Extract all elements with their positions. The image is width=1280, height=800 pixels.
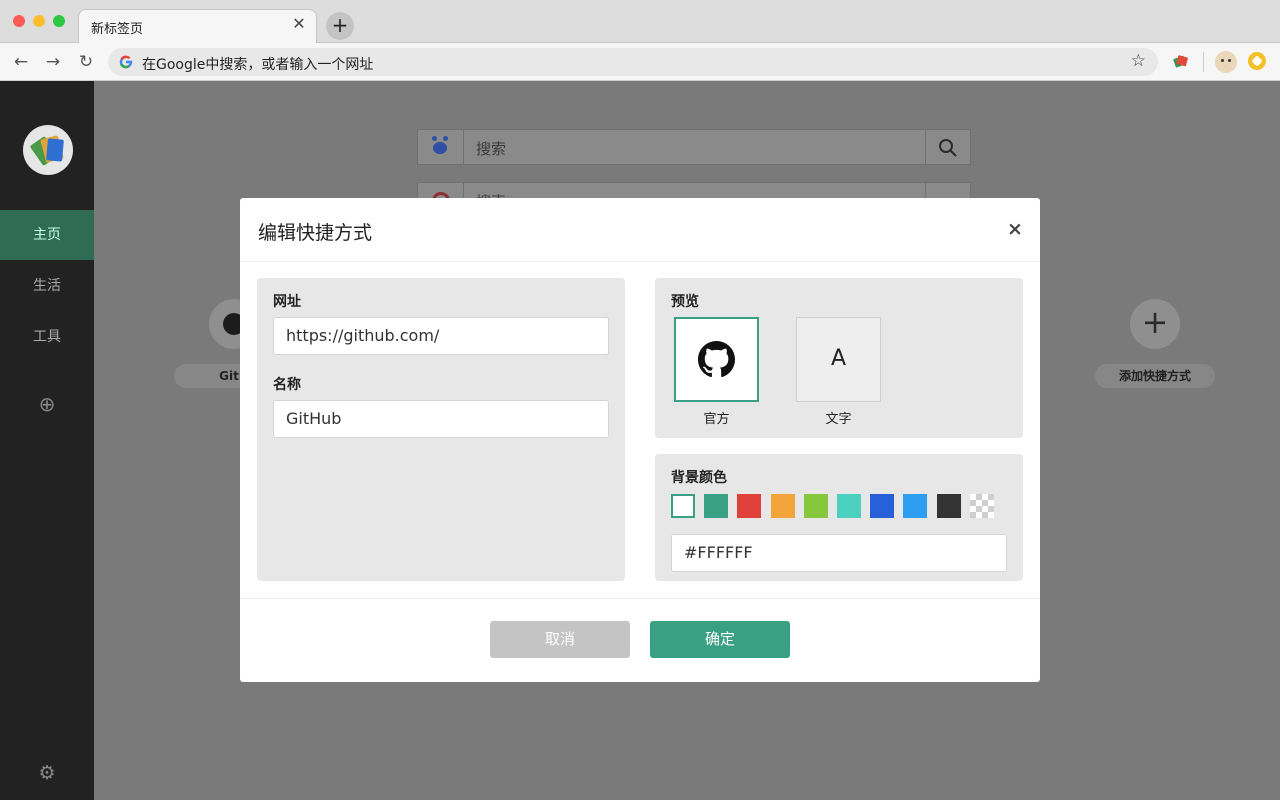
name-label: 名称	[273, 377, 301, 393]
bookmark-star-icon[interactable]: ☆	[1131, 51, 1146, 71]
close-window-button[interactable]	[13, 15, 25, 27]
url-field[interactable]: https://github.com/	[273, 317, 609, 355]
add-category-icon[interactable]: ⊕	[36, 393, 58, 415]
dialog-footer-divider	[240, 598, 1040, 599]
color-swatch[interactable]	[804, 494, 828, 518]
color-swatch[interactable]	[870, 494, 894, 518]
tab-close-icon[interactable]: ✕	[290, 15, 308, 33]
baidu-paw-icon[interactable]	[418, 130, 464, 164]
preview-official-option[interactable]	[674, 317, 759, 402]
browser-toolbar: ← → ↻ 在Google中搜索，或者输入一个网址 ☆	[0, 43, 1280, 81]
app-logo	[23, 125, 73, 175]
sidebar-item-home[interactable]: 主页	[0, 210, 94, 260]
color-swatch[interactable]	[671, 494, 695, 518]
edit-shortcut-dialog: 编辑快捷方式 × 网址 https://github.com/ 名称 GitHu…	[240, 198, 1040, 682]
color-swatch[interactable]	[737, 494, 761, 518]
preview-official-caption: 官方	[703, 412, 730, 427]
search-button[interactable]	[925, 130, 970, 164]
new-tab-button[interactable]: +	[326, 12, 354, 40]
app-sidebar: 主页 生活 工具 ⊕ ⚙	[0, 81, 94, 800]
reload-icon[interactable]: ↻	[74, 50, 98, 74]
url-label: 网址	[273, 294, 301, 310]
extension-icon[interactable]	[1172, 52, 1190, 70]
profile-avatar[interactable]	[1215, 51, 1237, 73]
address-bar-placeholder: 在Google中搜索，或者输入一个网址	[142, 57, 374, 73]
browser-tab-strip: 新标签页 ✕ +	[0, 0, 1280, 43]
color-swatch[interactable]	[937, 494, 961, 518]
preview-text-letter: A	[830, 346, 847, 371]
forward-arrow-icon[interactable]: →	[41, 50, 65, 74]
address-bar[interactable]: 在Google中搜索，或者输入一个网址 ☆	[108, 48, 1158, 76]
color-swatch[interactable]	[903, 494, 927, 518]
color-swatch[interactable]	[837, 494, 861, 518]
preview-panel: 预览 官方 A 文字	[655, 278, 1023, 438]
tab-title: 新标签页	[91, 22, 144, 37]
search-input-placeholder[interactable]: 搜索	[476, 138, 506, 159]
back-arrow-icon[interactable]: ←	[9, 50, 33, 74]
bg-color-label: 背景颜色	[671, 470, 727, 486]
color-hex-field[interactable]: #FFFFFF	[671, 534, 1007, 572]
color-swatch[interactable]	[704, 494, 728, 518]
google-g-icon	[119, 55, 133, 69]
dialog-header-divider	[240, 261, 1040, 262]
sidebar-item-life[interactable]: 生活	[0, 261, 94, 311]
preview-text-option[interactable]: A	[796, 317, 881, 402]
cancel-button[interactable]: 取消	[490, 621, 630, 658]
zoom-window-button[interactable]	[53, 15, 65, 27]
add-shortcut-tile[interactable]: +	[1130, 299, 1180, 349]
color-swatch[interactable]	[970, 494, 994, 518]
name-field[interactable]: GitHub	[273, 400, 609, 438]
settings-gear-icon[interactable]: ⚙	[36, 762, 58, 784]
search-bar-baidu: 搜索	[417, 129, 971, 165]
dialog-title: 编辑快捷方式	[258, 222, 373, 244]
update-icon[interactable]	[1248, 52, 1266, 70]
github-icon	[698, 341, 735, 378]
close-icon[interactable]: ×	[1004, 218, 1026, 240]
preview-text-caption: 文字	[825, 412, 852, 427]
sidebar-item-tools[interactable]: 工具	[0, 312, 94, 362]
color-swatch[interactable]	[771, 494, 795, 518]
plus-icon: +	[1141, 303, 1169, 341]
preview-label: 预览	[671, 294, 699, 310]
browser-tab[interactable]: 新标签页 ✕	[78, 9, 317, 43]
confirm-button[interactable]: 确定	[650, 621, 790, 658]
shortcut-form-panel: 网址 https://github.com/ 名称 GitHub	[257, 278, 625, 581]
search-icon	[939, 139, 957, 157]
toolbar-divider	[1203, 52, 1204, 72]
add-shortcut-label[interactable]: 添加快捷方式	[1095, 364, 1215, 388]
minimize-window-button[interactable]	[33, 15, 45, 27]
